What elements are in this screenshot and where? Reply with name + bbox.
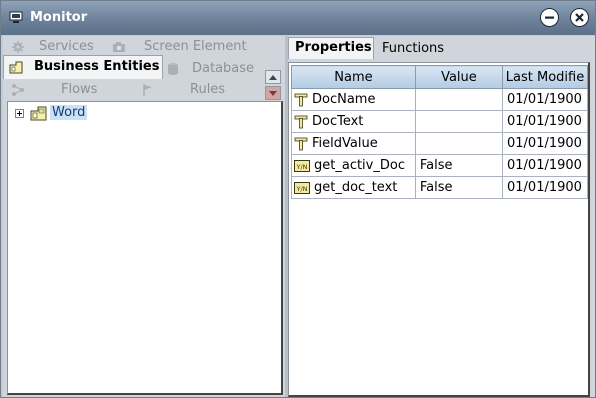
cell-last-modified: 01/01/1900	[502, 110, 588, 133]
cell-value[interactable]	[414, 88, 504, 111]
nav-label: Business Entities	[34, 59, 160, 74]
close-button[interactable]	[570, 8, 589, 27]
nav-label: Rules	[190, 82, 226, 97]
table-row[interactable]: DocText 01/01/1900	[291, 110, 588, 133]
flag-icon	[143, 84, 152, 96]
column-header-last-modified[interactable]: Last Modifie	[502, 65, 588, 89]
tree-node-label: Word	[50, 105, 88, 120]
cell-name[interactable]: FieldValue	[291, 132, 416, 155]
window-title: Monitor	[30, 10, 88, 25]
property-name: FieldValue	[312, 136, 378, 151]
title-bar[interactable]: Monitor	[1, 1, 595, 35]
left-pane: Services Screen Element Business Entitie…	[3, 36, 285, 397]
boolean-type-icon: Y/N	[294, 181, 310, 194]
property-name: get_doc_text	[314, 180, 398, 195]
tab-properties[interactable]: Properties	[288, 37, 374, 59]
camera-icon	[113, 42, 125, 52]
text-type-icon	[294, 93, 308, 106]
column-header-value[interactable]: Value	[414, 65, 504, 89]
nav-label: Flows	[61, 82, 98, 97]
nav-label: Database	[192, 61, 255, 76]
cell-name[interactable]: Y/N get_activ_Doc	[291, 154, 416, 177]
monitor-icon	[9, 11, 23, 23]
properties-grid: Name Value Last Modifie DocName 01/01/190…	[288, 62, 590, 397]
table-row[interactable]: Y/N get_doc_text False 01/01/1900	[291, 176, 588, 199]
property-name: get_activ_Doc	[314, 158, 405, 173]
table-row[interactable]: FieldValue 01/01/1900	[291, 132, 588, 155]
arrow-down-icon	[269, 91, 277, 96]
boolean-type-icon: Y/N	[294, 159, 310, 172]
column-header-name[interactable]: Name	[291, 65, 416, 89]
cell-last-modified: 01/01/1900	[502, 88, 588, 111]
cell-last-modified: 01/01/1900	[502, 176, 588, 199]
property-name: DocName	[312, 92, 376, 107]
text-type-icon	[294, 137, 308, 150]
minimize-button[interactable]	[540, 8, 559, 27]
svg-text:Y/N: Y/N	[295, 185, 307, 193]
table-header-row: Name Value Last Modifie	[291, 65, 588, 89]
nav-row-1: Services Screen Element	[3, 37, 263, 57]
cell-name[interactable]: Y/N get_doc_text	[291, 176, 416, 199]
text-type-icon	[294, 115, 308, 128]
cell-value[interactable]	[414, 110, 504, 133]
right-pane: Properties Functions Name Value Last Mod…	[288, 36, 595, 397]
cell-last-modified: 01/01/1900	[502, 154, 588, 177]
expand-icon[interactable]	[15, 109, 24, 118]
cell-value[interactable]: False	[414, 154, 504, 177]
close-icon	[575, 13, 584, 22]
folder-entity-icon	[9, 61, 23, 74]
nav-item-business-entities[interactable]: Business Entities	[3, 55, 163, 79]
gear-icon	[12, 41, 24, 53]
nav-scroll-down-button[interactable]	[265, 86, 281, 100]
properties-table: Name Value Last Modifie DocName 01/01/190…	[291, 65, 588, 199]
folder-entity-icon	[30, 106, 47, 121]
cell-name[interactable]: DocText	[291, 110, 416, 133]
tab-label: Functions	[382, 41, 445, 56]
arrow-up-icon	[269, 75, 277, 80]
svg-text:Y/N: Y/N	[295, 163, 307, 171]
entity-tree[interactable]: Word	[7, 101, 283, 395]
table-row[interactable]: DocName 01/01/1900	[291, 88, 588, 111]
nav-row-3: Flows Rules	[3, 82, 263, 102]
monitor-window: Monitor Services Screen Element Business…	[0, 0, 596, 398]
property-name: DocText	[312, 114, 364, 129]
cell-last-modified: 01/01/1900	[502, 132, 588, 155]
cell-value[interactable]	[414, 132, 504, 155]
nav-scroll-up-button[interactable]	[265, 70, 281, 84]
tab-label: Properties	[295, 40, 372, 55]
minus-icon	[545, 16, 554, 19]
nav-row-2: Database	[163, 60, 263, 80]
flow-icon	[12, 84, 24, 96]
nav-label: Screen Element	[144, 39, 247, 54]
nav-label: Services	[39, 39, 94, 54]
database-icon	[168, 63, 178, 75]
cell-value[interactable]: False	[414, 176, 504, 199]
table-row[interactable]: Y/N get_activ_Doc False 01/01/1900	[291, 154, 588, 177]
cell-name[interactable]: DocName	[291, 88, 416, 111]
